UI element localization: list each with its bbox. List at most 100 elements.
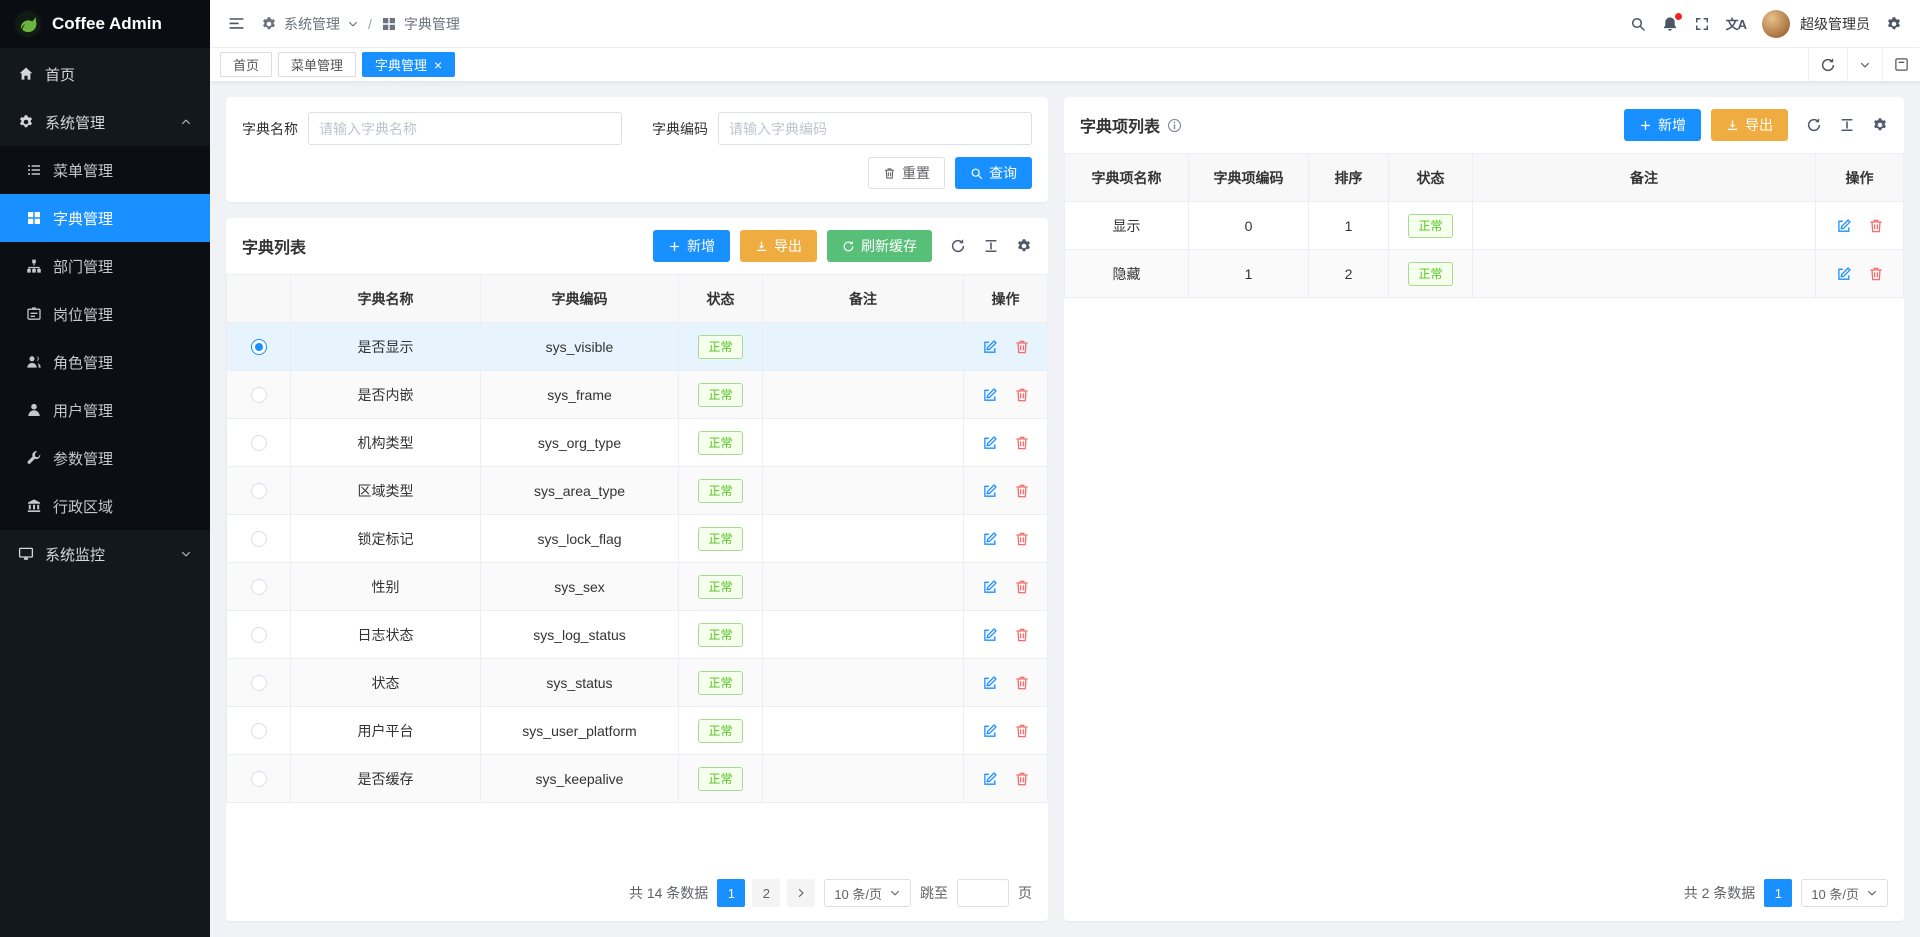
delete-icon[interactable] xyxy=(1014,435,1030,451)
breadcrumb-root[interactable]: 系统管理 xyxy=(284,14,340,34)
page-button-1[interactable]: 1 xyxy=(717,879,745,907)
export-dict-item-label: 导出 xyxy=(1745,115,1773,135)
dict-table-row[interactable]: 区域类型 sys_area_type 正常 xyxy=(227,467,1048,515)
sidebar-subitem-1-2[interactable]: 部门管理 xyxy=(0,242,210,290)
delete-icon[interactable] xyxy=(1014,339,1030,355)
edit-icon[interactable] xyxy=(982,579,998,595)
export-dict-button[interactable]: 导出 xyxy=(740,230,817,262)
page-button-2[interactable]: 2 xyxy=(752,879,780,907)
edit-icon[interactable] xyxy=(982,387,998,403)
column-height-icon[interactable] xyxy=(983,238,999,254)
delete-icon[interactable] xyxy=(1014,627,1030,643)
refresh-cache-button[interactable]: 刷新缓存 xyxy=(827,230,932,262)
dict-table-row[interactable]: 状态 sys_status 正常 xyxy=(227,659,1048,707)
dict-name-input[interactable] xyxy=(308,112,622,145)
delete-icon[interactable] xyxy=(1014,387,1030,403)
row-radio[interactable] xyxy=(251,675,267,691)
search-icon[interactable] xyxy=(1630,16,1646,32)
fullscreen-icon[interactable] xyxy=(1694,16,1710,32)
sidebar-subitem-1-4[interactable]: 角色管理 xyxy=(0,338,210,386)
settings-gear-icon[interactable] xyxy=(1886,16,1902,32)
delete-icon[interactable] xyxy=(1014,531,1030,547)
dict-item-table-row[interactable]: 显示 0 1 正常 xyxy=(1065,202,1904,250)
sidebar-subitem-1-6[interactable]: 参数管理 xyxy=(0,434,210,482)
edit-icon[interactable] xyxy=(982,483,998,499)
sidebar-group-1[interactable]: 系统管理 xyxy=(0,98,210,146)
dict-table-row[interactable]: 用户平台 sys_user_platform 正常 xyxy=(227,707,1048,755)
notifications-button[interactable] xyxy=(1662,16,1678,32)
tab-1[interactable]: 菜单管理 xyxy=(278,52,356,77)
edit-icon[interactable] xyxy=(982,627,998,643)
delete-icon[interactable] xyxy=(1014,483,1030,499)
edit-icon[interactable] xyxy=(982,339,998,355)
edit-icon[interactable] xyxy=(982,531,998,547)
sidebar-subitem-1-1[interactable]: 字典管理 xyxy=(0,194,210,242)
translate-icon[interactable]: 文A xyxy=(1726,14,1746,33)
dict-table-row[interactable]: 是否内嵌 sys_frame 正常 xyxy=(227,371,1048,419)
dict-code-input[interactable] xyxy=(718,112,1032,145)
row-radio[interactable] xyxy=(251,387,267,403)
dict-item-title-wrap: 字典项列表 xyxy=(1080,113,1182,137)
dict-table-row[interactable]: 锁定标记 sys_lock_flag 正常 xyxy=(227,515,1048,563)
info-icon xyxy=(1167,118,1182,133)
sidebar-item-0[interactable]: 首页 xyxy=(0,50,210,98)
sidebar-subitem-1-7[interactable]: 行政区域 xyxy=(0,482,210,530)
tab-actions-chevron-icon[interactable] xyxy=(1847,48,1882,81)
table-settings-gear-icon[interactable] xyxy=(1872,117,1888,133)
refresh-table-icon[interactable] xyxy=(950,238,966,254)
sidebar-group-2[interactable]: 系统监控 xyxy=(0,530,210,578)
delete-icon[interactable] xyxy=(1014,675,1030,691)
dict-item-table-row[interactable]: 隐藏 1 2 正常 xyxy=(1065,250,1904,298)
export-dict-item-button[interactable]: 导出 xyxy=(1711,109,1788,141)
tab-2[interactable]: 字典管理× xyxy=(362,52,455,77)
table-settings-gear-icon[interactable] xyxy=(1016,238,1032,254)
edit-icon[interactable] xyxy=(982,435,998,451)
row-radio[interactable] xyxy=(251,435,267,451)
tab-0[interactable]: 首页 xyxy=(220,52,272,77)
refresh-table-icon[interactable] xyxy=(1806,117,1822,133)
column-height-icon[interactable] xyxy=(1839,117,1855,133)
sidebar-subitem-1-5[interactable]: 用户管理 xyxy=(0,386,210,434)
edit-icon[interactable] xyxy=(982,771,998,787)
edit-icon[interactable] xyxy=(1836,218,1852,234)
refresh-page-icon[interactable] xyxy=(1808,48,1847,81)
delete-icon[interactable] xyxy=(1014,723,1030,739)
delete-icon[interactable] xyxy=(1014,771,1030,787)
edit-icon[interactable] xyxy=(1836,266,1852,282)
collapse-sidebar-icon[interactable] xyxy=(228,15,245,32)
edit-icon[interactable] xyxy=(982,723,998,739)
row-radio[interactable] xyxy=(251,627,267,643)
avatar[interactable] xyxy=(1762,10,1790,38)
row-radio[interactable] xyxy=(251,771,267,787)
dict-table-row[interactable]: 日志状态 sys_log_status 正常 xyxy=(227,611,1048,659)
dict-table-row[interactable]: 是否缓存 sys_keepalive 正常 xyxy=(227,755,1048,803)
username[interactable]: 超级管理员 xyxy=(1800,14,1870,34)
add-dict-item-button[interactable]: 新增 xyxy=(1624,109,1701,141)
dict-table-row[interactable]: 性别 sys_sex 正常 xyxy=(227,563,1048,611)
chevron-up-icon xyxy=(180,116,192,128)
close-icon[interactable]: × xyxy=(434,58,442,72)
reset-button[interactable]: 重置 xyxy=(868,157,945,189)
dict-item-page-size-select[interactable]: 10 条/页 xyxy=(1801,879,1888,907)
sidebar-subitem-1-0[interactable]: 菜单管理 xyxy=(0,146,210,194)
add-dict-button[interactable]: 新增 xyxy=(653,230,730,262)
sidebar-subitem-1-3[interactable]: 岗位管理 xyxy=(0,290,210,338)
chevron-down-icon xyxy=(180,548,192,560)
edit-icon[interactable] xyxy=(982,675,998,691)
delete-icon[interactable] xyxy=(1868,266,1884,282)
row-radio[interactable] xyxy=(251,483,267,499)
row-radio[interactable] xyxy=(251,339,267,355)
dict-table-row[interactable]: 是否显示 sys_visible 正常 xyxy=(227,323,1048,371)
next-page-icon[interactable] xyxy=(787,879,815,907)
dict-page-size-select[interactable]: 10 条/页 xyxy=(824,879,911,907)
search-button[interactable]: 查询 xyxy=(955,157,1032,189)
layout-expand-icon[interactable] xyxy=(1882,48,1920,81)
row-radio[interactable] xyxy=(251,531,267,547)
jump-page-input[interactable] xyxy=(957,879,1009,907)
delete-icon[interactable] xyxy=(1868,218,1884,234)
dict-table-row[interactable]: 机构类型 sys_org_type 正常 xyxy=(227,419,1048,467)
row-radio[interactable] xyxy=(251,723,267,739)
row-radio[interactable] xyxy=(251,579,267,595)
page-button-1[interactable]: 1 xyxy=(1764,879,1792,907)
delete-icon[interactable] xyxy=(1014,579,1030,595)
